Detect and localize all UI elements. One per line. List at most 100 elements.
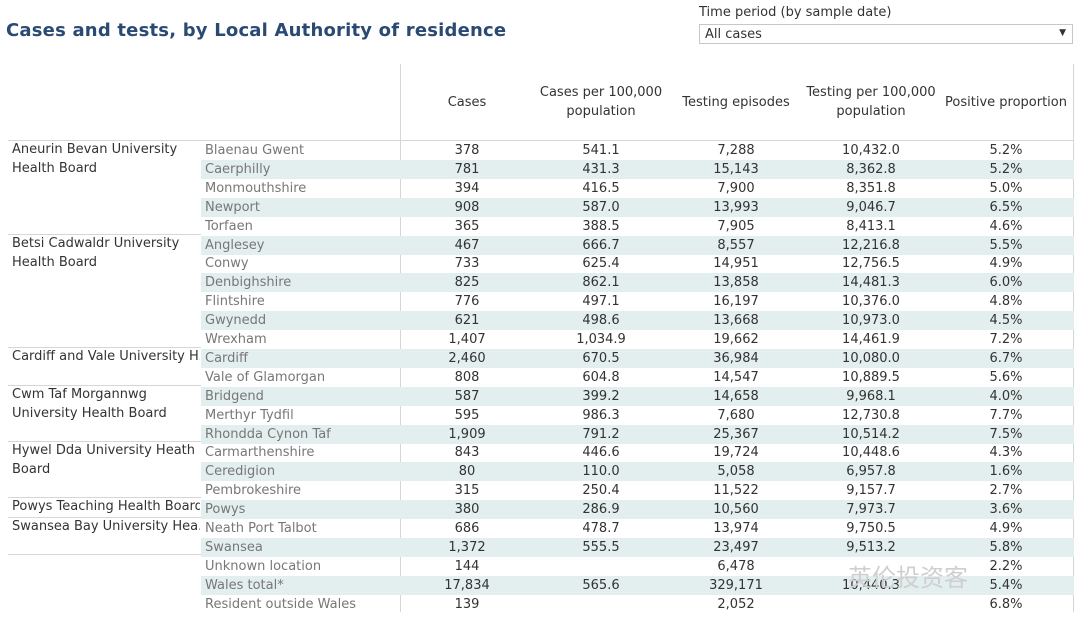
local-authority-label: Pembrokeshire xyxy=(205,483,302,499)
cell-testing-per-100k: 9,513.2 xyxy=(846,539,896,555)
cell-positive-proportion: 7.5% xyxy=(989,426,1023,442)
cell-cases: 467 xyxy=(454,237,480,253)
cell-positive-proportion: 5.0% xyxy=(989,180,1023,196)
group-divider xyxy=(8,385,201,386)
cell-positive-proportion: 4.9% xyxy=(989,521,1023,536)
table-row[interactable]: Gwynedd 621 498.6 13,668 10,973.0 4.5% xyxy=(201,311,1074,331)
cell-testing-per-100k: 10,432.0 xyxy=(842,143,900,158)
header-positive-proportion: Positive proportion xyxy=(945,94,1067,110)
cell-cases-per-100k: 541.1 xyxy=(582,143,620,158)
cell-testing-per-100k: 10,448.6 xyxy=(842,445,900,461)
table-row[interactable]: Carmarthenshire 843 446.6 19,724 10,448.6 4.3… xyxy=(201,443,1074,462)
cell-positive-proportion: 4.9% xyxy=(989,256,1023,272)
table-row[interactable]: Conwy 733 625.4 14,951 12,756.5 4.9% xyxy=(201,254,1074,273)
cell-cases: 380 xyxy=(454,502,480,518)
cell-testing-episodes: 7,288 xyxy=(717,143,755,158)
table-row[interactable]: Wrexham 1,407 1,034.9 19,662 14,461.9 7.2% xyxy=(201,330,1074,349)
cell-testing-episodes: 13,974 xyxy=(713,521,759,536)
cell-testing-per-100k: 10,973.0 xyxy=(842,313,900,329)
page-title: Cases and tests, by Local Authority of r… xyxy=(6,20,507,41)
cell-testing-per-100k: 8,351.8 xyxy=(846,180,896,196)
cell-testing-per-100k: 10,080.0 xyxy=(842,350,900,366)
local-authority-label: Denbighshire xyxy=(205,275,292,291)
local-authority-label: Monmouthshire xyxy=(205,180,307,196)
table-row[interactable]: Torfaen 365 388.5 7,905 8,413.1 4.6% xyxy=(201,217,1074,236)
table-row[interactable]: Powys 380 286.9 10,560 7,973.7 3.6% xyxy=(201,500,1074,520)
cell-testing-per-100k: 12,216.8 xyxy=(842,237,900,253)
cell-positive-proportion: 7.2% xyxy=(989,332,1023,347)
cell-cases: 843 xyxy=(454,445,480,461)
local-authority-label: Conwy xyxy=(205,256,249,272)
table-row[interactable]: Rhondda Cynon Taf 1,909 791.2 25,367 10,514.… xyxy=(201,424,1074,444)
table-row[interactable]: Blaenau Gwent 378 541.1 7,288 10,432.0 5.2% xyxy=(201,141,1074,160)
cell-cases-per-100k: 416.5 xyxy=(582,180,620,196)
group-divider xyxy=(8,497,201,498)
table-row[interactable]: Newport 908 587.0 13,993 9,046.7 6.5% xyxy=(201,197,1074,217)
table-row[interactable]: Vale of Glamorgan 808 604.8 14,547 10,889.5 5… xyxy=(201,368,1074,387)
table-row[interactable]: Ceredigion 80 110.0 5,058 6,957.8 1.6% xyxy=(201,462,1074,482)
table-row[interactable]: Merthyr Tydfil 595 986.3 7,680 12,730.8 7.7% xyxy=(201,406,1074,425)
cell-cases-per-100k: 399.2 xyxy=(582,388,620,404)
cell-cases-per-100k: 286.9 xyxy=(582,502,620,518)
cell-positive-proportion: 4.3% xyxy=(989,445,1023,461)
cell-positive-proportion: 4.6% xyxy=(989,218,1023,234)
cell-testing-per-100k: 10,376.0 xyxy=(842,294,900,310)
cell-cases-per-100k: 498.6 xyxy=(582,313,620,329)
local-authority-label: Bridgend xyxy=(205,388,264,404)
cell-cases-per-100k xyxy=(538,595,664,614)
local-authority-label: Merthyr Tydfil xyxy=(205,407,294,423)
cell-cases: 621 xyxy=(454,313,480,329)
table-row[interactable]: Cardiff 2,460 670.5 36,984 10,080.0 6.7% xyxy=(201,348,1074,368)
cell-testing-episodes: 6,478 xyxy=(717,558,755,574)
time-period-dropdown[interactable]: All cases ▼ xyxy=(699,24,1073,44)
health-board-swansea-bay: Swansea Bay University Hea.. xyxy=(12,519,200,534)
table-row[interactable]: Pembrokeshire 315 250.4 11,522 9,157.7 2.7% xyxy=(201,481,1074,500)
cell-cases: 17,834 xyxy=(444,577,490,593)
cell-testing-per-100k: 9,157.7 xyxy=(846,483,896,499)
table-row[interactable]: Neath Port Talbot 686 478.7 13,974 9,750.5 4.… xyxy=(201,519,1074,538)
cell-cases-per-100k: 791.2 xyxy=(582,426,620,442)
cell-testing-episodes: 13,993 xyxy=(713,199,759,215)
cell-cases: 80 xyxy=(458,464,476,480)
table-row[interactable]: Caerphilly 781 431.3 15,143 8,362.8 5.2% xyxy=(201,159,1074,179)
cell-positive-proportion: 6.5% xyxy=(989,199,1023,215)
local-authority-label: Resident outside Wales xyxy=(205,596,356,612)
cell-cases: 394 xyxy=(454,180,480,196)
cell-testing-episodes: 19,724 xyxy=(713,445,759,461)
table-row[interactable]: Monmouthshire 394 416.5 7,900 8,351.8 5.0% xyxy=(201,179,1074,198)
cell-cases: 595 xyxy=(454,407,480,423)
cell-cases-per-100k: 604.8 xyxy=(582,369,620,385)
cell-testing-per-100k xyxy=(806,595,936,614)
table-row[interactable]: Bridgend 587 399.2 14,658 9,968.1 4.0% xyxy=(201,386,1074,406)
watermark: 英伦投资客 xyxy=(848,564,968,592)
cell-positive-proportion: 5.2% xyxy=(989,161,1023,177)
cell-testing-episodes: 23,497 xyxy=(713,539,759,555)
cell-positive-proportion: 5.5% xyxy=(989,237,1023,253)
local-authority-label: Swansea xyxy=(205,539,263,555)
cell-testing-per-100k: 12,756.5 xyxy=(842,256,900,272)
cell-cases-per-100k xyxy=(538,557,664,576)
group-divider xyxy=(8,234,201,235)
cell-positive-proportion: 7.7% xyxy=(989,407,1023,423)
cell-cases: 587 xyxy=(454,388,480,404)
cell-testing-episodes: 13,668 xyxy=(713,313,759,329)
table-row[interactable]: Flintshire 776 497.1 16,197 10,376.0 4.8% xyxy=(201,292,1074,311)
cell-cases-per-100k: 587.0 xyxy=(582,199,620,215)
cell-testing-episodes: 11,522 xyxy=(713,483,759,499)
cell-testing-episodes: 14,951 xyxy=(713,256,759,272)
cell-testing-episodes: 15,143 xyxy=(713,161,759,177)
health-board-powys: Powys Teaching Health Board xyxy=(12,499,200,514)
cell-cases: 686 xyxy=(454,521,480,536)
cell-testing-per-100k: 8,362.8 xyxy=(846,161,896,177)
table-row[interactable]: Resident outside Wales 139 2,052 6.8% xyxy=(201,595,1074,614)
health-board-cwm-taf: Cwm Taf Morgannwg University Health Boar… xyxy=(12,387,167,421)
group-divider xyxy=(8,517,201,518)
local-authority-label: Neath Port Talbot xyxy=(205,521,317,536)
table-row[interactable]: Denbighshire 825 862.1 13,858 14,481.3 6.0% xyxy=(201,273,1074,293)
chevron-down-icon[interactable]: ▼ xyxy=(1059,28,1066,38)
table-row[interactable]: Swansea 1,372 555.5 23,497 9,513.2 5.8% xyxy=(201,537,1074,557)
table-row[interactable]: Anglesey 467 666.7 8,557 12,216.8 5.5% xyxy=(201,235,1074,255)
local-authority-label: Newport xyxy=(205,199,261,215)
cell-cases: 315 xyxy=(454,483,480,499)
cell-testing-episodes: 7,680 xyxy=(717,407,755,423)
